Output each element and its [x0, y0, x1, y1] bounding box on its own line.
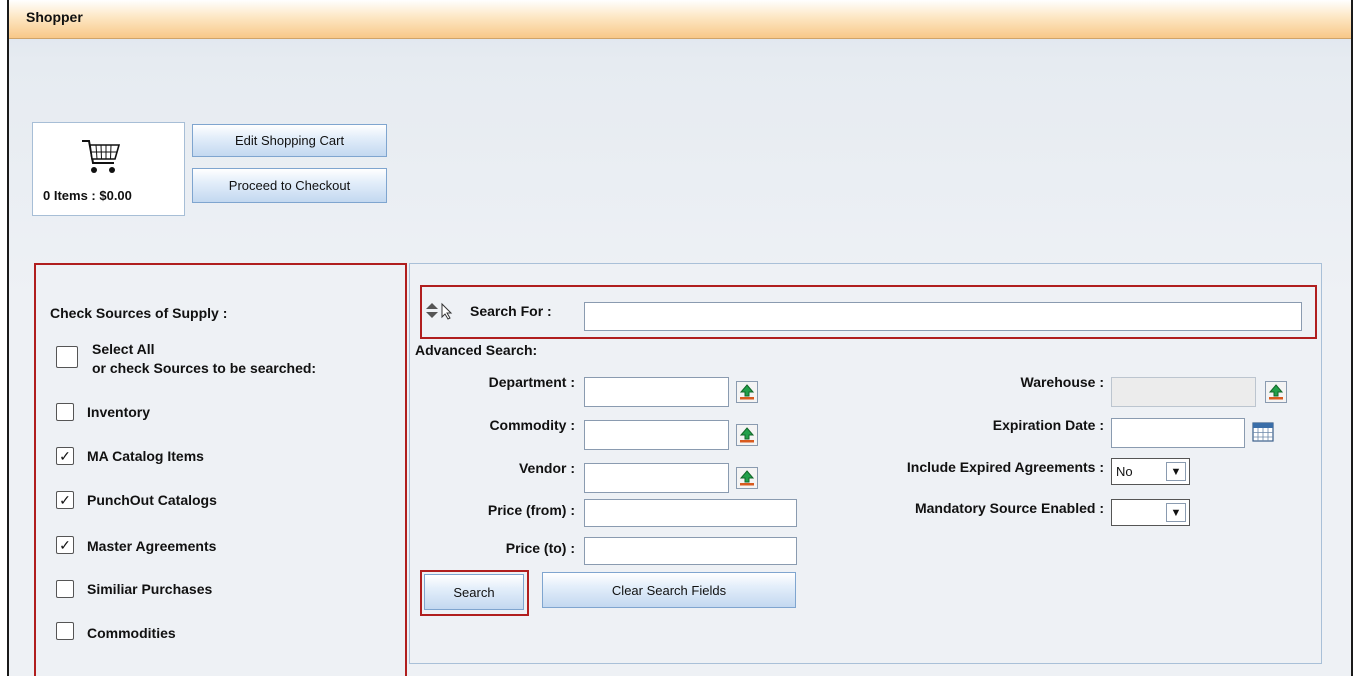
sources-title: Check Sources of Supply :	[50, 305, 228, 321]
price-from-label: Price (from) :	[487, 502, 575, 518]
clear-search-fields-button[interactable]: Clear Search Fields	[542, 572, 796, 608]
commodities-label: Commodities	[87, 625, 176, 641]
similiar-purchases-label: Similiar Purchases	[87, 581, 213, 597]
inventory-checkbox[interactable]	[56, 403, 74, 421]
ma-catalog-items-label: MA Catalog Items	[87, 448, 204, 464]
master-agreements-label: Master Agreements	[87, 538, 217, 554]
search-for-input[interactable]	[584, 302, 1302, 331]
expiration-date-label: Expiration Date :	[992, 417, 1104, 433]
vendor-input[interactable]	[584, 463, 729, 493]
commodity-input[interactable]	[584, 420, 729, 450]
include-expired-agreements-select[interactable]: No ▼	[1111, 458, 1190, 485]
commodity-label: Commodity :	[489, 417, 575, 433]
commodities-checkbox[interactable]	[56, 622, 74, 640]
department-lookup-icon[interactable]	[736, 381, 758, 403]
include-expired-agreements-label: Include Expired Agreements :	[906, 459, 1104, 475]
inventory-label: Inventory	[87, 404, 151, 420]
edit-shopping-cart-button[interactable]: Edit Shopping Cart	[192, 124, 387, 157]
commodity-lookup-icon[interactable]	[736, 424, 758, 446]
chevron-down-icon: ▼	[1166, 503, 1186, 522]
price-from-input[interactable]	[584, 499, 797, 527]
expiration-date-input[interactable]	[1111, 418, 1245, 448]
vendor-lookup-icon[interactable]	[736, 467, 758, 489]
department-input[interactable]	[584, 377, 729, 407]
price-to-label: Price (to) :	[505, 540, 575, 556]
advanced-search-label: Advanced Search:	[415, 342, 538, 358]
warehouse-lookup-icon[interactable]	[1265, 381, 1287, 403]
sources-of-supply-panel: Check Sources of Supply : Select All or …	[34, 263, 407, 676]
select-all-sublabel: or check Sources to be searched:	[92, 360, 317, 376]
price-to-input[interactable]	[584, 537, 797, 565]
punchout-catalogs-checkbox[interactable]: ✓	[56, 491, 74, 509]
ma-catalog-items-checkbox[interactable]: ✓	[56, 447, 74, 465]
master-agreements-checkbox[interactable]: ✓	[56, 536, 74, 554]
shopper-window: Shopper 0 Items : $0.00 Edit Shopping Ca…	[7, 0, 1353, 676]
similiar-purchases-checkbox[interactable]	[56, 580, 74, 598]
window-title: Shopper	[9, 0, 1351, 39]
warehouse-input	[1111, 377, 1256, 407]
department-label: Department :	[488, 374, 575, 390]
mandatory-source-enabled-select[interactable]: ▼	[1111, 499, 1190, 526]
include-expired-value: No	[1116, 464, 1133, 479]
select-all-label: Select All	[92, 341, 155, 357]
shopping-cart-icon	[82, 140, 121, 173]
warehouse-label: Warehouse :	[1020, 374, 1105, 390]
mandatory-source-enabled-label: Mandatory Source Enabled :	[914, 500, 1104, 516]
vendor-label: Vendor :	[518, 460, 575, 476]
cart-summary-text: 0 Items : $0.00	[43, 188, 132, 203]
cart-summary-box: 0 Items : $0.00	[32, 122, 185, 216]
search-button[interactable]: Search	[424, 574, 524, 610]
select-all-checkbox[interactable]	[56, 346, 78, 368]
search-for-label: Search For :	[470, 303, 552, 319]
proceed-to-checkout-button[interactable]: Proceed to Checkout	[192, 168, 387, 203]
expand-collapse-icon[interactable]	[424, 302, 460, 320]
calendar-icon[interactable]	[1252, 422, 1274, 442]
chevron-down-icon: ▼	[1166, 462, 1186, 481]
punchout-catalogs-label: PunchOut Catalogs	[87, 492, 217, 508]
